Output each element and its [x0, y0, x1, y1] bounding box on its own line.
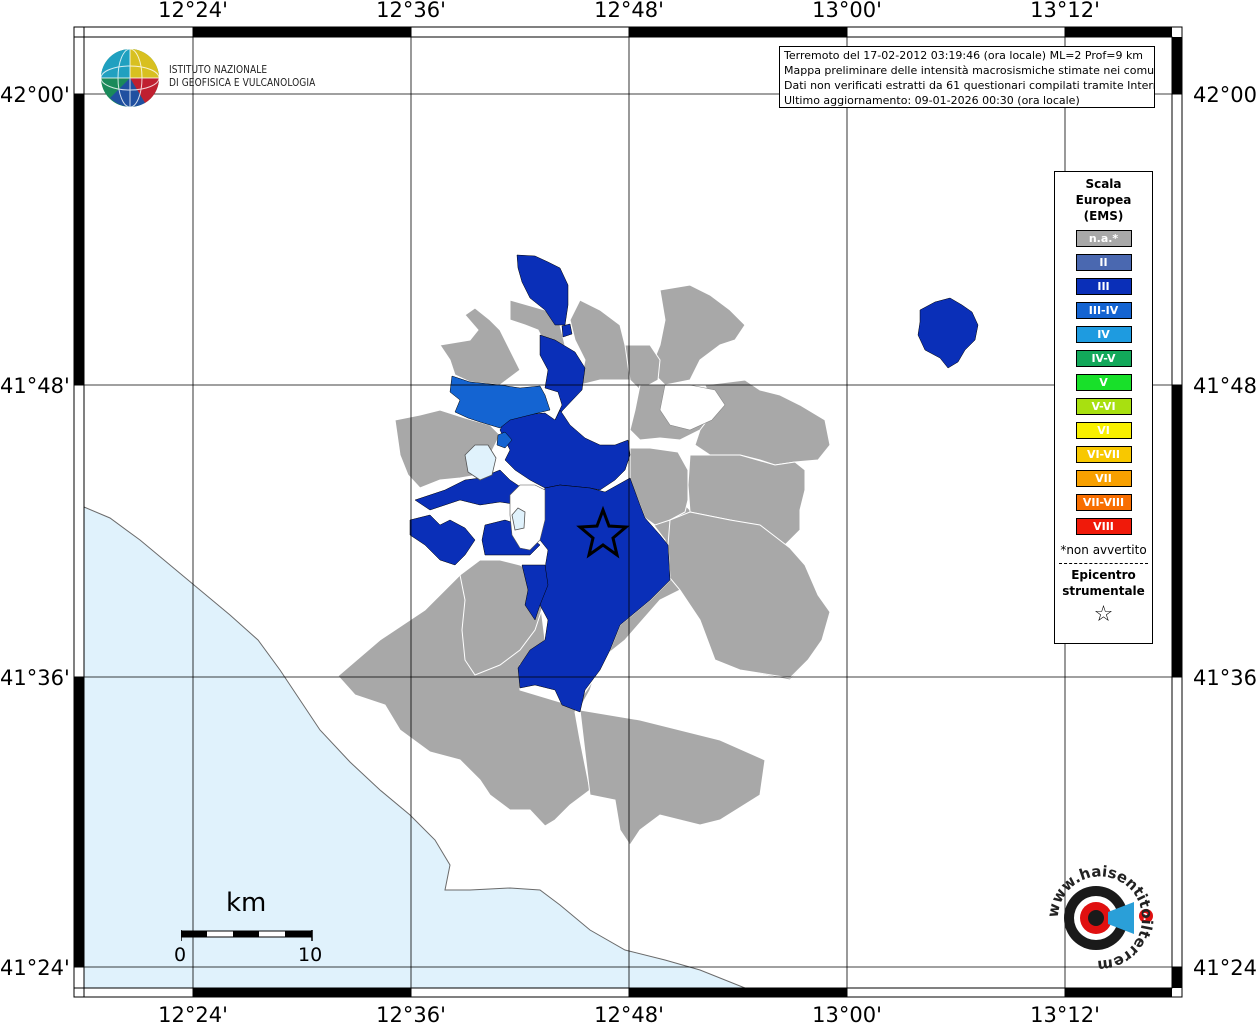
legend-swatch-6: V: [1075, 374, 1132, 391]
lon-label-top-2: 12°36': [376, 0, 446, 22]
legend-epicenter-label: Epicentro strumentale: [1055, 567, 1152, 599]
legend-swatch-10: VII: [1075, 470, 1132, 487]
logo-line-1: ISTITUTO NAZIONALE: [169, 63, 268, 76]
legend-note: *non avvertito: [1060, 543, 1147, 557]
legend-title-line-1: Scala: [1085, 177, 1122, 191]
legend-swatch-1: II: [1075, 254, 1132, 271]
scale-bar: [181, 930, 313, 941]
lon-label-top-5: 13°12': [1030, 0, 1100, 22]
lat-label-left-2: 41°48': [0, 374, 70, 398]
legend-swatch-0: n.a.*: [1075, 230, 1132, 247]
legend-title-line-3: (EMS): [1083, 209, 1124, 223]
lat-label-right-1: 42°00': [1193, 83, 1256, 107]
haisentito-logo-icon: ? www.haisentitoilterremoto.it: [1036, 862, 1156, 974]
ems-legend: Scala Europea (EMS) n.a.* II III III-IV IV IV…: [1054, 171, 1153, 644]
lon-label-bottom-5: 13°12': [1030, 1003, 1100, 1027]
info-line-1: Terremoto del 17-02-2012 03:19:46 (ora l…: [784, 49, 1144, 62]
lon-label-top-3: 12°48': [594, 0, 664, 22]
lon-label-top-1: 12°24': [158, 0, 228, 22]
legend-swatch-9: VI-VII: [1075, 446, 1132, 463]
scale-unit-label: km: [226, 888, 267, 918]
legend-swatch-12: VIII: [1075, 518, 1132, 535]
info-line-2: Mappa preliminare delle intensità macros…: [784, 64, 1155, 77]
lon-label-bottom-3: 12°48': [594, 1003, 664, 1027]
legend-title-line-2: Europea: [1075, 193, 1132, 207]
legend-epicenter-line-1: Epicentro: [1071, 568, 1136, 582]
scale-min-label: 0: [174, 944, 187, 966]
legend-items: n.a.* II III III-IV IV IV-V V V-VI VI VI-VII VII VI…: [1055, 230, 1152, 535]
lat-label-left-1: 42°00': [0, 83, 70, 107]
scale-max-label: 10: [298, 944, 323, 966]
legend-swatch-8: VI: [1075, 422, 1132, 439]
ingv-logo-text: ISTITUTO NAZIONALE DI GEOFISICA E VULCAN…: [169, 63, 315, 89]
lon-label-bottom-2: 12°36': [376, 1003, 446, 1027]
legend-swatch-2: III: [1075, 278, 1132, 295]
lon-label-bottom-1: 12°24': [158, 1003, 228, 1027]
earthquake-info-box: Terremoto del 17-02-2012 03:19:46 (ora l…: [779, 46, 1155, 108]
legend-swatch-5: IV-V: [1075, 350, 1132, 367]
lat-label-left-4: 41°24': [0, 956, 70, 980]
epicenter-star-icon: ☆: [1093, 602, 1114, 627]
lon-label-bottom-4: 13°00': [812, 1003, 882, 1027]
lat-label-right-2: 41°48': [1193, 374, 1256, 398]
lat-label-right-4: 41°24': [1193, 956, 1256, 980]
legend-swatch-4: IV: [1075, 326, 1132, 343]
lon-label-top-4: 13°00': [812, 0, 882, 22]
logo-line-2: DI GEOFISICA E VULCANOLOGIA: [169, 76, 316, 89]
legend-separator: [1059, 563, 1148, 564]
legend-swatch-7: V-VI: [1075, 398, 1132, 415]
legend-title: Scala Europea (EMS): [1055, 176, 1152, 224]
legend-epicenter-line-2: strumentale: [1062, 584, 1145, 598]
lat-label-right-3: 41°36': [1193, 666, 1256, 690]
lat-label-left-3: 41°36': [0, 666, 70, 690]
legend-swatch-11: VII-VIII: [1075, 494, 1132, 511]
info-line-3: Dati non verificati estratti da 61 quest…: [784, 79, 1155, 92]
legend-swatch-3: III-IV: [1075, 302, 1132, 319]
info-line-4: Ultimo aggiornamento: 09-01-2026 00:30 (…: [784, 94, 1080, 107]
